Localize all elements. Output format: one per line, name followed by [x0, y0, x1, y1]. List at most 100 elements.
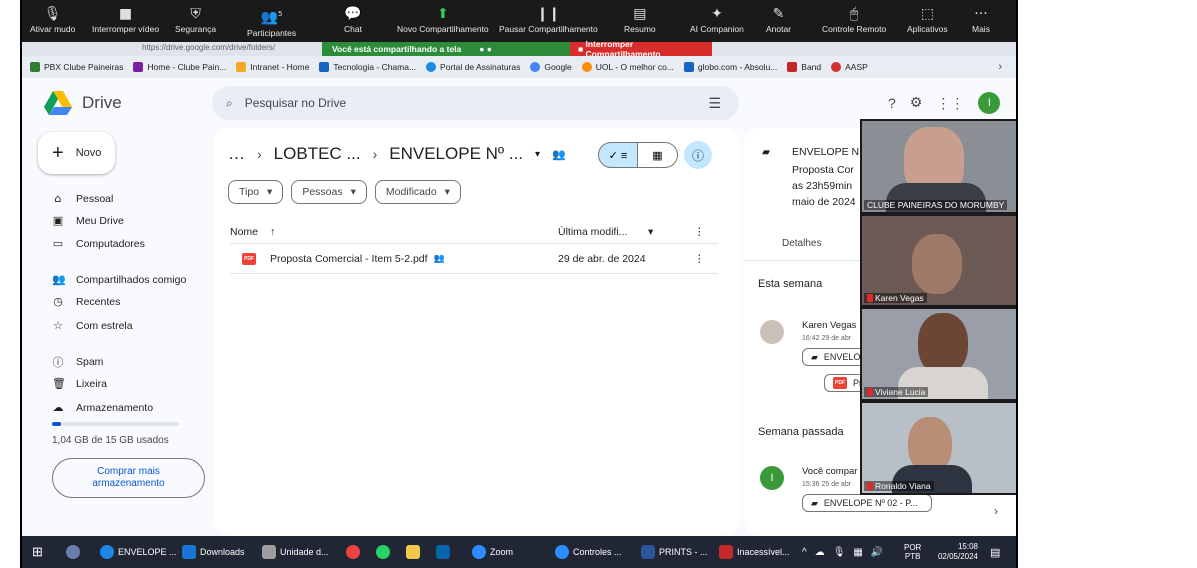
taskbar-app-zoom-controls[interactable]: Controles ...: [555, 536, 622, 568]
filter-type-chip[interactable]: Tipo ▾: [228, 180, 284, 204]
stop-icon: ■: [578, 44, 586, 54]
search-icon: [66, 545, 80, 559]
clock[interactable]: 15:08 02/05/2024: [932, 536, 978, 568]
drive-logo[interactable]: Drive: [44, 91, 122, 115]
bookmark-icon: [683, 62, 694, 72]
participants-icon: 👥5: [260, 9, 283, 26]
search-options-icon[interactable]: ☰: [708, 95, 721, 112]
more-vert-icon[interactable]: ⋮: [694, 226, 705, 238]
filter-people-chip[interactable]: Pessoas ▾: [291, 180, 367, 204]
breadcrumb-more[interactable]: …: [228, 144, 245, 164]
zoom-icon: [555, 545, 569, 559]
system-tray[interactable]: ^ ☁ 🎙 ▦ 🔊: [802, 536, 883, 568]
column-modified-header[interactable]: Última modifi...: [558, 226, 627, 238]
participants-button[interactable]: 👥5 Participantes: [247, 0, 296, 42]
details-info-button[interactable]: ⓘ: [684, 141, 712, 169]
help-icon[interactable]: ?: [888, 95, 896, 111]
sort-arrow-up-icon[interactable]: ↑: [270, 226, 275, 238]
taskbar-app-zoom[interactable]: Zoom: [472, 536, 513, 568]
dropdown-arrow-icon[interactable]: ▾: [648, 226, 653, 238]
taskbar-app-drive[interactable]: Unidade d...: [262, 536, 329, 568]
account-avatar[interactable]: I: [978, 92, 1001, 114]
mute-button[interactable]: 🎙 Ativar mudo: [30, 0, 75, 42]
bookmark-item[interactable]: Google: [530, 62, 572, 72]
taskbar-app-word[interactable]: PRINTS - ...: [641, 536, 708, 568]
view-toggle: ✓ ≡ ▦: [598, 142, 678, 168]
apps-grid-icon[interactable]: ⋮⋮: [936, 95, 964, 112]
microphone-icon: 🎙: [43, 6, 62, 22]
breadcrumb-folder-lobtec[interactable]: LOBTEC ...: [274, 144, 361, 164]
participant-name: CLUBE PAINEIRAS DO MORUMBY: [864, 200, 1008, 210]
nav-item-personal[interactable]: ⌂ Pessoal: [52, 192, 114, 205]
ai-companion-button[interactable]: ✦ AI Companion: [690, 0, 744, 42]
search-input[interactable]: ⌕ Pesquisar no Drive ☰: [212, 86, 739, 120]
search-taskbar-icon[interactable]: [66, 536, 80, 568]
activity-folder-chip[interactable]: ▰ ENVELOPE Nº 02 - P...: [802, 494, 932, 512]
edge-icon: [100, 545, 114, 559]
new-button[interactable]: + Novo: [38, 132, 115, 174]
bookmark-item[interactable]: Tecnologia - Chama...: [319, 62, 416, 72]
bookmark-item[interactable]: Home - Clube Pain...: [133, 62, 226, 72]
file-name[interactable]: Proposta Comercial - Item 5-2.pdf: [270, 253, 428, 265]
bookmark-item[interactable]: AASP: [831, 62, 868, 72]
buy-storage-button[interactable]: Comprar mais armazenamento: [52, 458, 205, 498]
table-row[interactable]: PDF Proposta Comercial - Item 5-2.pdf 👥 …: [230, 244, 718, 274]
video-tile[interactable]: CLUBE PAINEIRAS DO MORUMBY: [860, 119, 1016, 214]
nav-item-spam[interactable]: ⓘ Spam: [52, 354, 104, 370]
breadcrumb-folder-envelope[interactable]: ENVELOPE Nº ...: [389, 144, 523, 164]
language-indicator[interactable]: POR PTB: [904, 536, 921, 568]
annotate-button[interactable]: ✎ Anotar: [766, 0, 791, 42]
nav-item-computers[interactable]: ▭ Computadores: [52, 237, 145, 250]
bookmark-item[interactable]: Portal de Assinaturas: [426, 62, 520, 72]
bookmark-item[interactable]: PBX Clube Paineiras: [30, 62, 123, 72]
volume-icon: 🔊: [870, 546, 884, 558]
activity-time: 15:36 25 de abr: [802, 481, 852, 488]
nav-item-shared-with-me[interactable]: 👥 Compartilhados comigo: [52, 273, 186, 286]
more-vert-icon[interactable]: ⋮: [694, 253, 705, 265]
video-tile[interactable]: Ronaldo Viana: [860, 401, 1016, 495]
nav-item-storage[interactable]: ☁ Armazenamento: [52, 401, 154, 414]
apps-button[interactable]: ⬚ Aplicativos: [907, 0, 948, 42]
taskbar-outlook[interactable]: [436, 536, 450, 568]
pause-share-button[interactable]: ❙❙ Pausar Compartilhamento: [499, 0, 598, 42]
details-description-line: as 23h59min: [792, 180, 853, 192]
bookmark-item[interactable]: globo.com - Absolu...: [683, 62, 777, 72]
chevron-right-icon[interactable]: ›: [998, 61, 1002, 73]
chevron-right-icon[interactable]: ›: [994, 504, 998, 518]
taskbar-app-downloads[interactable]: Downloads: [182, 536, 245, 568]
stop-share-button[interactable]: ■ Interromper Compartilhamento: [570, 39, 712, 59]
remote-control-button[interactable]: 🖱 Controle Remoto: [822, 0, 886, 42]
nav-item-starred[interactable]: ☆ Com estrela: [52, 319, 133, 332]
nav-item-my-drive[interactable]: ▣ Meu Drive: [52, 214, 124, 227]
windows-start-icon[interactable]: ⊞: [32, 536, 43, 568]
url-fragment[interactable]: https://drive.google.com/drive/folders/: [142, 43, 275, 52]
grid-view-button[interactable]: ▦: [638, 142, 678, 168]
gear-icon[interactable]: ⚙: [910, 95, 923, 111]
taskbar-app-edge[interactable]: ENVELOPE ...: [100, 536, 177, 568]
bookmark-item[interactable]: UOL - O melhor co...: [581, 62, 674, 72]
video-tile[interactable]: Viviane Lucia: [860, 307, 1016, 401]
taskbar-explorer[interactable]: [406, 536, 420, 568]
filter-modified-chip[interactable]: Modificado ▾: [374, 180, 461, 204]
chat-button[interactable]: 💬 Chat: [344, 0, 362, 42]
summary-button[interactable]: ▤ Resumo: [624, 0, 656, 42]
bookmark-item[interactable]: Band: [787, 62, 821, 72]
new-share-button[interactable]: ⬆ Novo Compartilhamento: [397, 0, 489, 42]
column-name-header[interactable]: Nome: [230, 226, 258, 238]
app-icon: [719, 545, 733, 559]
more-button[interactable]: ··· Mais: [972, 0, 990, 42]
nav-item-recent[interactable]: ◷ Recentes: [52, 295, 120, 308]
bookmark-item[interactable]: Intranet - Home: [236, 62, 309, 72]
nav-item-trash[interactable]: 🗑 Lixeira: [52, 377, 107, 390]
taskbar-chrome[interactable]: [346, 536, 360, 568]
list-view-button[interactable]: ✓ ≡: [598, 142, 638, 168]
video-tile[interactable]: Karen Vegas: [860, 214, 1016, 307]
notifications-icon[interactable]: ▤: [990, 536, 1000, 568]
stop-video-button[interactable]: ■ Interromper vídeo: [92, 0, 159, 42]
taskbar-whatsapp[interactable]: [376, 536, 390, 568]
tab-details[interactable]: Detalhes: [782, 238, 821, 249]
dropdown-arrow-icon[interactable]: ▾: [535, 149, 540, 160]
security-button[interactable]: ⛨ Segurança: [175, 0, 216, 42]
taskbar-app-inaccessible[interactable]: Inacessível...: [719, 536, 790, 568]
share-banner: Você está compartilhando a tela ● ● ■ Int…: [322, 39, 712, 59]
